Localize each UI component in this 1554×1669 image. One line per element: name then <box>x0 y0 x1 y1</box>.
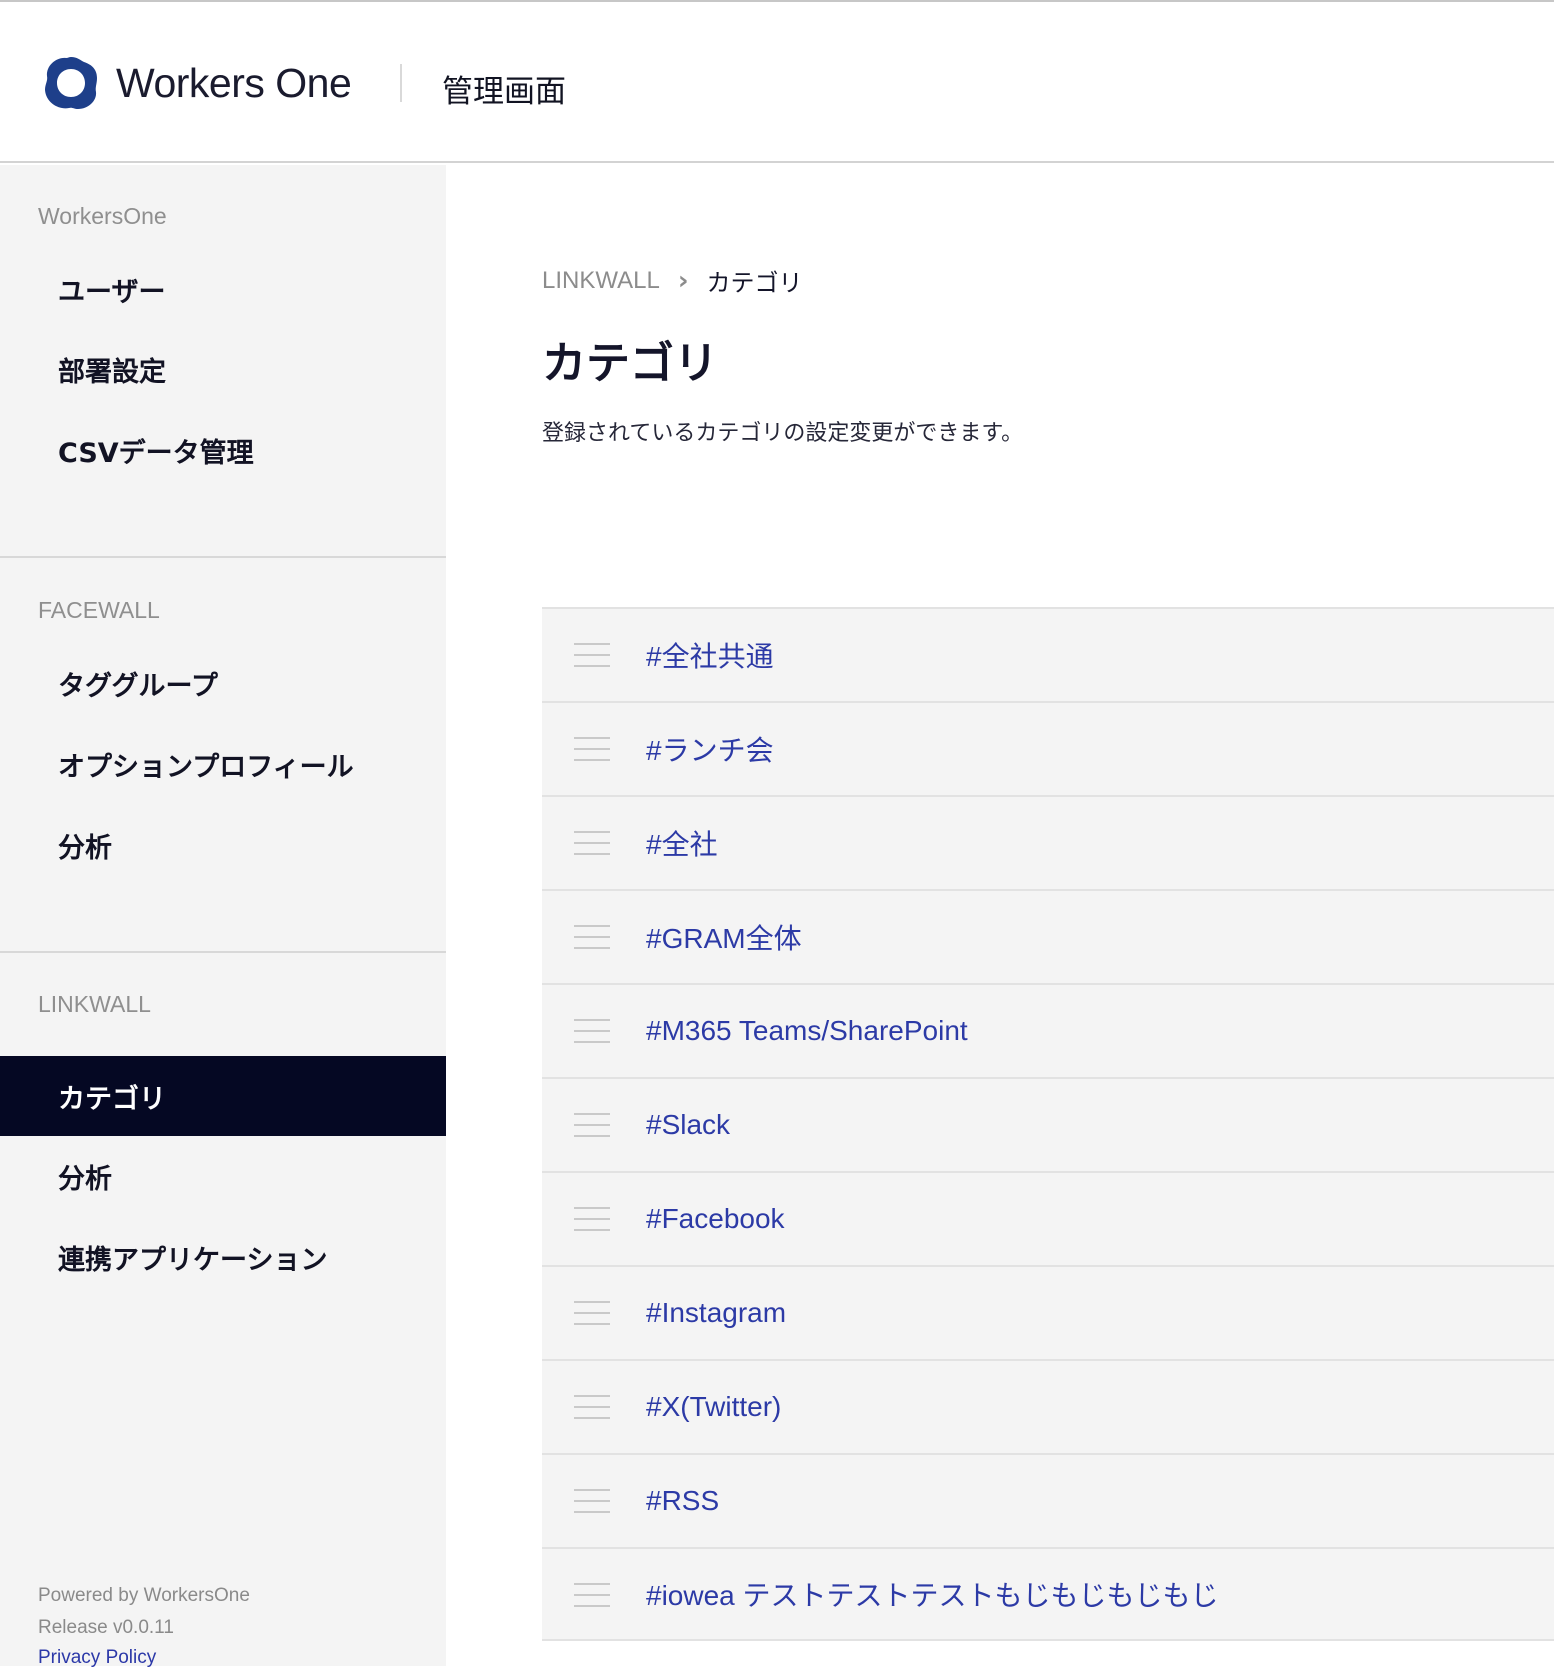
list-item[interactable]: #GRAM全体 <box>542 889 1554 983</box>
drag-handle-icon[interactable] <box>574 1583 610 1607</box>
drag-handle-icon[interactable] <box>574 1207 610 1231</box>
sidebar-item-linked-apps[interactable]: 連携アプリケーション <box>0 1217 446 1297</box>
drag-handle-icon[interactable] <box>574 831 610 855</box>
category-link[interactable]: #RSS <box>646 1485 719 1517</box>
sidebar-item-users[interactable]: ユーザー <box>0 249 446 329</box>
list-item[interactable]: #Slack <box>542 1077 1554 1171</box>
drag-handle-icon[interactable] <box>574 1489 610 1513</box>
header-title: 管理画面 <box>442 74 566 110</box>
sidebar-divider <box>0 556 446 558</box>
drag-handle-icon[interactable] <box>574 737 610 761</box>
category-link[interactable]: #Slack <box>646 1109 730 1141</box>
chevron-right-icon: › <box>677 265 689 296</box>
sidebar-section-linkwall: LINKWALL <box>38 991 151 1017</box>
header-divider <box>400 64 402 102</box>
list-item[interactable]: #Facebook <box>542 1171 1554 1265</box>
sidebar-item-csv-data[interactable]: CSVデータ管理 <box>0 410 446 490</box>
powered-by-text: Powered by WorkersOne <box>38 1585 250 1606</box>
app-header: Workers One 管理画面 <box>0 2 1554 163</box>
list-item[interactable]: #iowea テストテストテストもじもじもじもじ <box>542 1547 1554 1641</box>
brand-name[interactable]: Workers One <box>116 60 352 107</box>
list-item[interactable]: #Instagram <box>542 1265 1554 1359</box>
category-link[interactable]: #iowea テストテストテストもじもじもじもじ <box>646 1574 1219 1614</box>
workers-one-logo-icon[interactable] <box>42 54 100 112</box>
list-item[interactable]: #全社共通 <box>542 607 1554 701</box>
category-link[interactable]: #M365 Teams/SharePoint <box>646 1015 968 1047</box>
sidebar-item-facewall-analytics[interactable]: 分析 <box>0 805 446 885</box>
breadcrumb-linkwall[interactable]: LINKWALL <box>542 267 660 295</box>
main-content: LINKWALL › カテゴリ カテゴリ 登録されているカテゴリの設定変更ができ… <box>446 165 1554 1666</box>
category-list: #全社共通 #ランチ会 #全社 #GRAM全体 #M365 Teams/Shar… <box>542 607 1554 1641</box>
list-item[interactable]: #全社 <box>542 795 1554 889</box>
list-item[interactable]: #ランチ会 <box>542 701 1554 795</box>
category-link[interactable]: #Facebook <box>646 1203 785 1235</box>
sidebar: WorkersOne ユーザー 部署設定 CSVデータ管理 FACEWALL タ… <box>0 165 446 1668</box>
sidebar-item-linkwall-analytics[interactable]: 分析 <box>0 1136 446 1216</box>
category-link[interactable]: #全社 <box>646 823 718 863</box>
sidebar-section-workersone: WorkersOne <box>38 203 167 229</box>
category-link[interactable]: #全社共通 <box>646 635 774 675</box>
drag-handle-icon[interactable] <box>574 1113 610 1137</box>
drag-handle-icon[interactable] <box>574 1019 610 1043</box>
page-description: 登録されているカテゴリの設定変更ができます。 <box>542 421 1024 446</box>
sidebar-item-tag-groups[interactable]: タググループ <box>0 643 446 723</box>
drag-handle-icon[interactable] <box>574 1395 610 1419</box>
category-link[interactable]: #GRAM全体 <box>646 917 802 957</box>
drag-handle-icon[interactable] <box>574 925 610 949</box>
sidebar-item-categories[interactable]: カテゴリ <box>0 1056 446 1136</box>
category-link[interactable]: #Instagram <box>646 1297 786 1329</box>
breadcrumb: LINKWALL › カテゴリ <box>542 263 803 298</box>
drag-handle-icon[interactable] <box>574 1301 610 1325</box>
list-item[interactable]: #X(Twitter) <box>542 1359 1554 1453</box>
category-link[interactable]: #ランチ会 <box>646 729 774 769</box>
list-item[interactable]: #M365 Teams/SharePoint <box>542 983 1554 1077</box>
sidebar-item-option-profile[interactable]: オプションプロフィール <box>0 724 446 804</box>
list-item[interactable]: #RSS <box>542 1453 1554 1547</box>
page-title: カテゴリ <box>542 338 718 389</box>
breadcrumb-current: カテゴリ <box>706 269 803 297</box>
sidebar-divider <box>0 951 446 953</box>
release-version: Release v0.0.11 <box>38 1617 174 1638</box>
sidebar-section-facewall: FACEWALL <box>38 597 160 623</box>
category-link[interactable]: #X(Twitter) <box>646 1391 781 1423</box>
drag-handle-icon[interactable] <box>574 643 610 667</box>
sidebar-item-departments[interactable]: 部署設定 <box>0 329 446 409</box>
